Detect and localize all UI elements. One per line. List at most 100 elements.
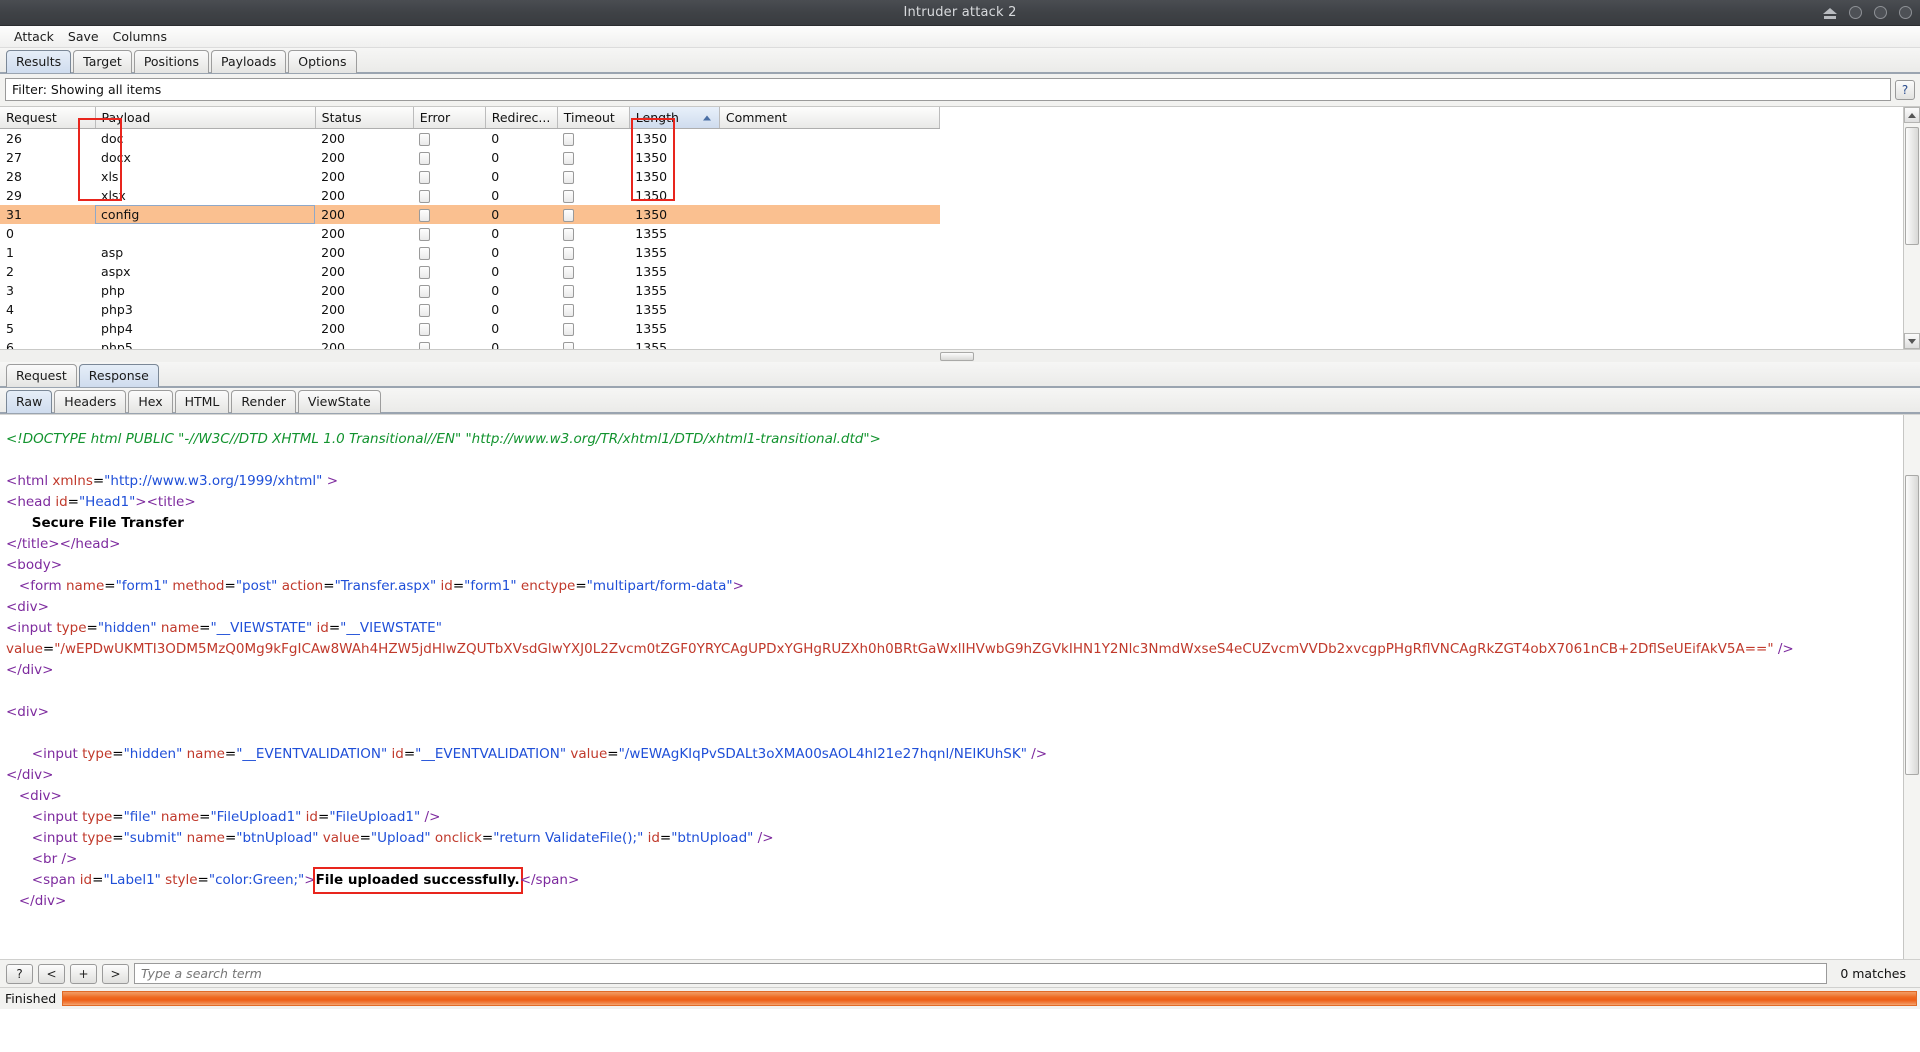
checkbox-icon[interactable] <box>563 151 575 165</box>
cell-error-checkbox[interactable] <box>413 186 485 205</box>
cell-error-checkbox[interactable] <box>413 262 485 281</box>
checkbox-icon[interactable] <box>563 132 575 146</box>
response-raw-text[interactable]: <!DOCTYPE html PUBLIC "-//W3C//DTD XHTML… <box>0 415 1903 959</box>
cell-error-checkbox[interactable] <box>413 300 485 319</box>
menu-columns[interactable]: Columns <box>106 27 174 46</box>
cell-error-checkbox[interactable] <box>413 167 485 186</box>
checkbox-icon[interactable] <box>419 170 431 184</box>
tab-options[interactable]: Options <box>288 50 357 73</box>
table-row[interactable]: 29 xlsx 200 0 1350 <box>0 186 940 205</box>
search-next-icon[interactable]: > <box>102 963 129 984</box>
cell-timeout-checkbox[interactable] <box>557 204 630 224</box>
response-scroll-thumb[interactable] <box>1905 475 1919 775</box>
cell-timeout-checkbox[interactable] <box>557 167 629 186</box>
column-header-redirect[interactable]: Redirec... <box>485 107 558 129</box>
menu-save[interactable]: Save <box>61 27 106 46</box>
checkbox-icon[interactable] <box>419 189 431 203</box>
cell-timeout-checkbox[interactable] <box>557 300 629 319</box>
column-header-comment[interactable]: Comment <box>719 107 941 129</box>
checkbox-icon[interactable] <box>419 227 431 241</box>
column-header-timeout[interactable]: Timeout <box>557 107 630 129</box>
response-scroll-track[interactable] <box>1904 415 1920 959</box>
checkbox-icon[interactable] <box>419 322 431 336</box>
table-row[interactable]: 27 docx 200 0 1350 <box>0 148 940 167</box>
checkbox-icon[interactable] <box>419 341 431 349</box>
checkbox-icon[interactable] <box>563 265 575 279</box>
maximize-button[interactable] <box>1874 6 1887 19</box>
close-button[interactable] <box>1899 6 1912 19</box>
column-header-payload[interactable]: Payload <box>95 107 316 129</box>
table-row[interactable]: 28 xls 200 0 1350 <box>0 167 940 186</box>
tab-positions[interactable]: Positions <box>133 50 209 73</box>
checkbox-icon[interactable] <box>419 151 431 165</box>
response-vertical-scrollbar[interactable] <box>1903 415 1920 959</box>
cell-timeout-checkbox[interactable] <box>557 186 629 205</box>
checkbox-icon[interactable] <box>563 246 575 260</box>
cell-timeout-checkbox[interactable] <box>557 262 629 281</box>
help-icon[interactable]: ? <box>1895 79 1915 100</box>
tab-results[interactable]: Results <box>6 50 72 73</box>
checkbox-icon[interactable] <box>419 208 431 222</box>
column-header-status[interactable]: Status <box>315 107 414 129</box>
cell-timeout-checkbox[interactable] <box>557 243 629 262</box>
table-row[interactable]: 4 php3 200 0 1355 <box>0 300 940 319</box>
tab-payloads[interactable]: Payloads <box>211 50 287 73</box>
checkbox-icon[interactable] <box>563 303 575 317</box>
cell-error-checkbox[interactable] <box>413 224 485 243</box>
cell-error-checkbox[interactable] <box>413 129 485 148</box>
checkbox-icon[interactable] <box>563 284 575 298</box>
cell-timeout-checkbox[interactable] <box>557 338 629 349</box>
scroll-down-arrow-icon[interactable] <box>1904 333 1920 349</box>
table-row[interactable]: 6 php5 200 0 1355 <box>0 338 940 349</box>
cell-timeout-checkbox[interactable] <box>557 148 629 167</box>
table-row[interactable]: 5 php4 200 0 1355 <box>0 319 940 338</box>
tab-request[interactable]: Request <box>6 364 77 387</box>
checkbox-icon[interactable] <box>419 303 431 317</box>
checkbox-icon[interactable] <box>419 132 431 146</box>
cell-error-checkbox[interactable] <box>413 204 486 224</box>
checkbox-icon[interactable] <box>419 265 431 279</box>
checkbox-icon[interactable] <box>563 341 575 349</box>
cell-error-checkbox[interactable] <box>413 243 485 262</box>
results-hscroll-thumb[interactable] <box>940 352 974 361</box>
column-header-length[interactable]: Length <box>629 107 720 129</box>
search-previous-icon[interactable]: < <box>38 963 65 984</box>
search-input[interactable]: Type a search term <box>134 963 1828 984</box>
column-header-request[interactable]: Request <box>0 107 96 129</box>
cell-error-checkbox[interactable] <box>413 338 485 349</box>
tab-response[interactable]: Response <box>78 364 159 387</box>
table-row[interactable]: 2 aspx 200 0 1355 <box>0 262 940 281</box>
search-add-icon[interactable]: + <box>70 963 97 984</box>
filter-field[interactable]: Filter: Showing all items <box>5 78 1891 101</box>
table-row[interactable]: 26 doc 200 0 1350 <box>0 129 940 148</box>
checkbox-icon[interactable] <box>563 170 575 184</box>
tab-raw[interactable]: Raw <box>6 390 53 413</box>
minimize-button[interactable] <box>1849 6 1862 19</box>
cell-timeout-checkbox[interactable] <box>557 224 629 243</box>
menu-attack[interactable]: Attack <box>7 27 61 46</box>
checkbox-icon[interactable] <box>563 322 575 336</box>
tab-headers[interactable]: Headers <box>54 390 127 413</box>
cell-error-checkbox[interactable] <box>413 148 485 167</box>
table-row[interactable]: 3 php 200 0 1355 <box>0 281 940 300</box>
table-row[interactable]: 0 200 0 1355 <box>0 224 940 243</box>
table-row[interactable]: 1 asp 200 0 1355 <box>0 243 940 262</box>
checkbox-icon[interactable] <box>419 284 431 298</box>
scroll-up-arrow-icon[interactable] <box>1904 107 1920 123</box>
checkbox-icon[interactable] <box>563 227 575 241</box>
results-scroll-area[interactable]: Request Payload Status Error Redirec... … <box>0 107 1903 349</box>
results-scroll-track[interactable] <box>1904 123 1920 333</box>
tab-html[interactable]: HTML <box>174 390 230 413</box>
cell-error-checkbox[interactable] <box>413 281 485 300</box>
results-horizontal-scrollbar[interactable] <box>0 349 1920 362</box>
column-header-error[interactable]: Error <box>413 107 486 129</box>
cell-error-checkbox[interactable] <box>413 319 485 338</box>
tab-viewstate[interactable]: ViewState <box>297 390 381 413</box>
cell-timeout-checkbox[interactable] <box>557 281 629 300</box>
results-vertical-scrollbar[interactable] <box>1903 107 1920 349</box>
cell-timeout-checkbox[interactable] <box>557 129 629 148</box>
table-row[interactable]: 31 config 200 0 1350 <box>0 204 940 224</box>
tab-target[interactable]: Target <box>73 50 132 73</box>
eject-icon[interactable] <box>1823 7 1837 19</box>
checkbox-icon[interactable] <box>419 246 431 260</box>
